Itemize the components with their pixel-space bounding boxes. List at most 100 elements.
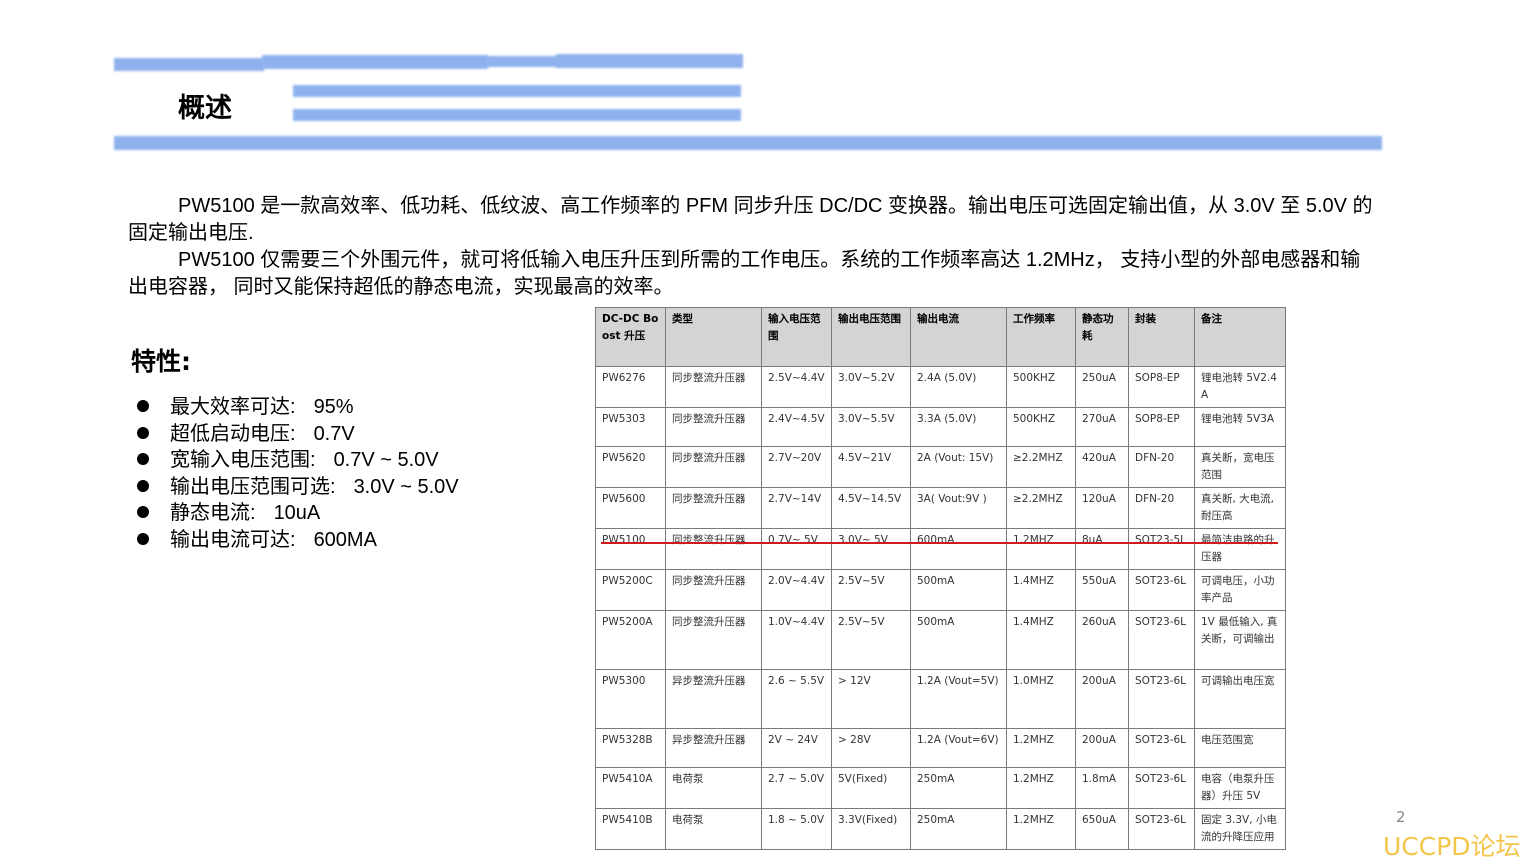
table-cell: 500KHZ — [1006, 407, 1076, 447]
table-cell: 8uA — [1075, 528, 1129, 570]
table-cell: > 28V — [831, 728, 911, 768]
table-cell: 3.0V~5.2V — [831, 366, 911, 408]
table-row: PW5300 异步整流升压器 2.6 ~ 5.5V > 12V 1.2A (Vout=5… — [595, 669, 1286, 729]
table-row: PW5600 同步整流升压器 2.7V~14V 4.5V~14.5V 3A( Vout:… — [595, 487, 1286, 529]
bullet-icon — [137, 479, 149, 492]
table-cell: 2.4V~4.5V — [761, 407, 832, 447]
bullet-icon — [137, 506, 149, 519]
watermark: UCCPD论坛 — [1383, 832, 1521, 861]
table-cell: 锂电池转 5V2.4A — [1194, 366, 1286, 408]
feature-value: 3.0V ~ 5.0V — [353, 475, 459, 498]
table-row: PW5200C 同步整流升压器 2.0V~4.4V 2.5V~5V 500mA 1.4MH… — [595, 569, 1286, 611]
table-cell: SOT23-6L — [1128, 610, 1195, 670]
table-cell: 2.5V~4.4V — [761, 366, 832, 408]
table-cell: 2.5V~5V — [831, 569, 911, 611]
table-cell: 1.4MHZ — [1006, 610, 1076, 670]
table-row: PW5100 同步整流升压器 0.7V~ 5V 3.0V~ 5V 600mA 1.2MHZ… — [595, 528, 1286, 570]
table-cell: 250mA — [910, 767, 1007, 809]
table-cell: 异步整流升压器 — [665, 669, 762, 729]
table-cell: 500mA — [910, 569, 1007, 611]
table-cell: PW5328B — [595, 728, 666, 768]
table-header-cell: 输出电流 — [910, 307, 1007, 367]
table-cell: 3.0V~5.5V — [831, 407, 911, 447]
table-cell: 3.3A (5.0V) — [910, 407, 1007, 447]
table-cell: 锂电池转 5V3A — [1194, 407, 1286, 447]
feature-label: 宽输入电压范围: — [170, 449, 316, 472]
feature-value: 600MA — [313, 528, 377, 551]
table-header-cell: 静态功耗 — [1075, 307, 1129, 367]
table-header-cell: 类型 — [665, 307, 762, 367]
table-cell: 可调电压，小功率产品 — [1194, 569, 1286, 611]
table-cell: PW5100 — [595, 528, 666, 570]
table-cell: 500mA — [910, 610, 1007, 670]
table-row: PW5410A 电荷泵 2.7 ~ 5.0V 5V(Fixed) 250mA 1.2MHZ… — [595, 767, 1286, 809]
table-cell: 1.0MHZ — [1006, 669, 1076, 729]
table-row: PW5328B 异步整流升压器 2V ~ 24V > 28V 1.2A (Vout=6V… — [595, 728, 1286, 768]
table-cell: 电荷泵 — [665, 767, 762, 809]
table-cell: 600mA — [910, 528, 1007, 570]
table-cell: 2A (Vout: 15V) — [910, 446, 1007, 488]
table-cell: 2.7 ~ 5.0V — [761, 767, 832, 809]
feature-item: 静态电流: 10uA — [137, 500, 459, 527]
table-cell: 1.8 ~ 5.0V — [761, 808, 832, 850]
bullet-icon — [137, 426, 149, 439]
table-cell: 1.2MHZ — [1006, 767, 1076, 809]
table-row: PW6276 同步整流升压器 2.5V~4.4V 3.0V~5.2V 2.4A (5.0… — [595, 366, 1286, 408]
table-cell: PW5300 — [595, 669, 666, 729]
intro-text: PW5100 是一款高效率、低功耗、低纹波、高工作频率的 PFM 同步升压 DC… — [128, 193, 1378, 301]
table-row: PW5620 同步整流升压器 2.7V~20V 4.5V~21V 2A (Vout: 1… — [595, 446, 1286, 488]
table-cell: 270uA — [1075, 407, 1129, 447]
table-cell: 同步整流升压器 — [665, 407, 762, 447]
table-cell: 200uA — [1075, 728, 1129, 768]
feature-item: 输出电压范围可选: 3.0V ~ 5.0V — [137, 474, 459, 501]
table-cell: SOP8-EP — [1128, 407, 1195, 447]
features-list: 最大效率可达: 95% 超低启动电压: 0.7V 宽输入电压范围: 0.7V ~ 5.… — [137, 394, 459, 554]
table-cell: 同步整流升压器 — [665, 569, 762, 611]
table-cell: > 12V — [831, 669, 911, 729]
table-cell: 420uA — [1075, 446, 1129, 488]
table-cell: ≥2.2MHZ — [1006, 487, 1076, 529]
table-cell: 固定 3.3V, 小电流的升降压应用 — [1194, 808, 1286, 850]
table-cell: 电荷泵 — [665, 808, 762, 850]
table-cell: 2V ~ 24V — [761, 728, 832, 768]
header-bar — [556, 54, 743, 68]
feature-value: 0.7V ~ 5.0V — [333, 449, 439, 472]
header-bar — [114, 58, 264, 71]
table-cell: 1.2MHZ — [1006, 528, 1076, 570]
table-cell: SOT23-5L — [1128, 528, 1195, 570]
table-cell: 5V(Fixed) — [831, 767, 911, 809]
table-cell: 2.5V~5V — [831, 610, 911, 670]
table-cell: 3.0V~ 5V — [831, 528, 911, 570]
table-cell: 3.3V(Fixed) — [831, 808, 911, 850]
table-cell: 1.0V~4.4V — [761, 610, 832, 670]
feature-item: 宽输入电压范围: 0.7V ~ 5.0V — [137, 447, 459, 474]
table-header-cell: 输出电压范围 — [831, 307, 911, 367]
table-cell: 可调输出电压宽 — [1194, 669, 1286, 729]
table-header-cell: 工作频率 — [1006, 307, 1076, 367]
feature-label: 输出电压范围可选: — [170, 475, 336, 498]
table-cell: PW5410B — [595, 808, 666, 850]
intro-paragraph: PW5100 仅需要三个外围元件，就可将低输入电压升压到所需的工作电压。系统的工… — [128, 249, 1361, 298]
table-header-cell: 输入电压范围 — [761, 307, 832, 367]
table-header-row: DC-DC Boost 升压 类型 输入电压范围 输出电压范围 输出电流 工作频… — [595, 307, 1286, 367]
table-cell: 最简洁电路的升压器 — [1194, 528, 1286, 570]
table-body: PW6276 同步整流升压器 2.5V~4.4V 3.0V~5.2V 2.4A (5.0… — [595, 366, 1286, 850]
header-divider — [114, 136, 1382, 150]
table-cell: 4.5V~14.5V — [831, 487, 911, 529]
table-cell: PW5200C — [595, 569, 666, 611]
header-bar — [262, 55, 488, 69]
table-cell: 0.7V~ 5V — [761, 528, 832, 570]
table-cell: SOT23-6L — [1128, 808, 1195, 850]
table-cell: 真关断，宽电压范围 — [1194, 446, 1286, 488]
header-bar — [293, 85, 741, 97]
table-cell: 异步整流升压器 — [665, 728, 762, 768]
table-cell: 同步整流升压器 — [665, 610, 762, 670]
table-cell: 260uA — [1075, 610, 1129, 670]
table-cell: 同步整流升压器 — [665, 487, 762, 529]
table-cell: PW5600 — [595, 487, 666, 529]
table-cell: 1.2A (Vout=6V) — [910, 728, 1007, 768]
table-cell: SOT23-6L — [1128, 767, 1195, 809]
intro-paragraph: PW5100 是一款高效率、低功耗、低纹波、高工作频率的 PFM 同步升压 DC… — [128, 195, 1373, 244]
table-cell: 1.4MHZ — [1006, 569, 1076, 611]
page-number: 2 — [1396, 808, 1406, 826]
